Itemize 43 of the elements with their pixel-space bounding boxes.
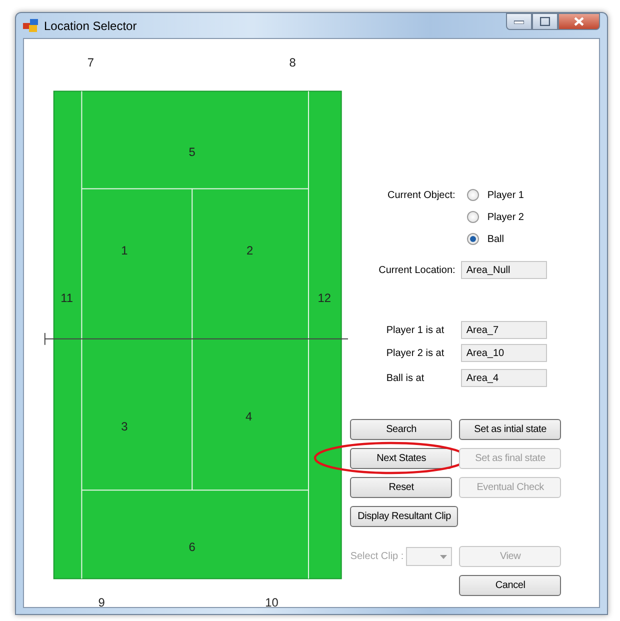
- radio-button[interactable]: [467, 211, 480, 223]
- radio-button[interactable]: [467, 189, 480, 201]
- radio-button[interactable]: [467, 233, 480, 245]
- app-icon: [23, 19, 38, 32]
- button[interactable]: Display Resultant Clip: [350, 506, 458, 527]
- maximize-icon: [540, 17, 550, 26]
- field-label: Player 1 is at: [386, 324, 444, 336]
- caret-icon: [440, 554, 448, 558]
- button[interactable]: Cancel: [459, 575, 562, 596]
- field-label: Current Location:: [378, 264, 456, 276]
- button[interactable]: Next States: [350, 448, 452, 469]
- area-number: 8: [289, 55, 296, 70]
- maximize-button[interactable]: [532, 13, 558, 30]
- button[interactable]: Set as intial state: [459, 419, 562, 440]
- close-button[interactable]: [558, 13, 600, 30]
- button[interactable]: Reset: [350, 477, 452, 498]
- area-number: 6: [188, 540, 196, 554]
- area-number: 10: [265, 596, 278, 609]
- field-label: Ball is at: [386, 372, 424, 384]
- radio-label: Ball: [487, 232, 504, 246]
- window-title: Location Selector: [44, 18, 137, 34]
- area-number: 12: [318, 291, 332, 306]
- area-number: 9: [98, 596, 105, 609]
- radio-label: Player 1: [487, 188, 524, 202]
- field-label: Select Clip :: [350, 550, 405, 564]
- field-label: Current Object:: [388, 190, 456, 200]
- area-number: 3: [121, 419, 128, 434]
- text-field[interactable]: Area_7: [461, 321, 548, 339]
- text-field[interactable]: Area_Null: [461, 261, 548, 279]
- minimize-button[interactable]: [506, 13, 532, 30]
- area-number: 7: [87, 55, 94, 70]
- close-icon: [574, 17, 584, 26]
- button[interactable]: Search: [350, 419, 452, 440]
- minimize-icon: [514, 20, 524, 24]
- field-label: Player 2 is at: [386, 348, 444, 358]
- area-number: 11: [60, 291, 73, 306]
- text-field[interactable]: Area_4: [461, 369, 548, 387]
- text-field[interactable]: Area_10: [461, 344, 548, 362]
- area-number: 1: [121, 243, 128, 258]
- radio-label: Player 2: [487, 210, 524, 224]
- area-number: 5: [188, 144, 196, 159]
- area-number: 2: [246, 243, 254, 258]
- area-number: 4: [246, 410, 252, 424]
